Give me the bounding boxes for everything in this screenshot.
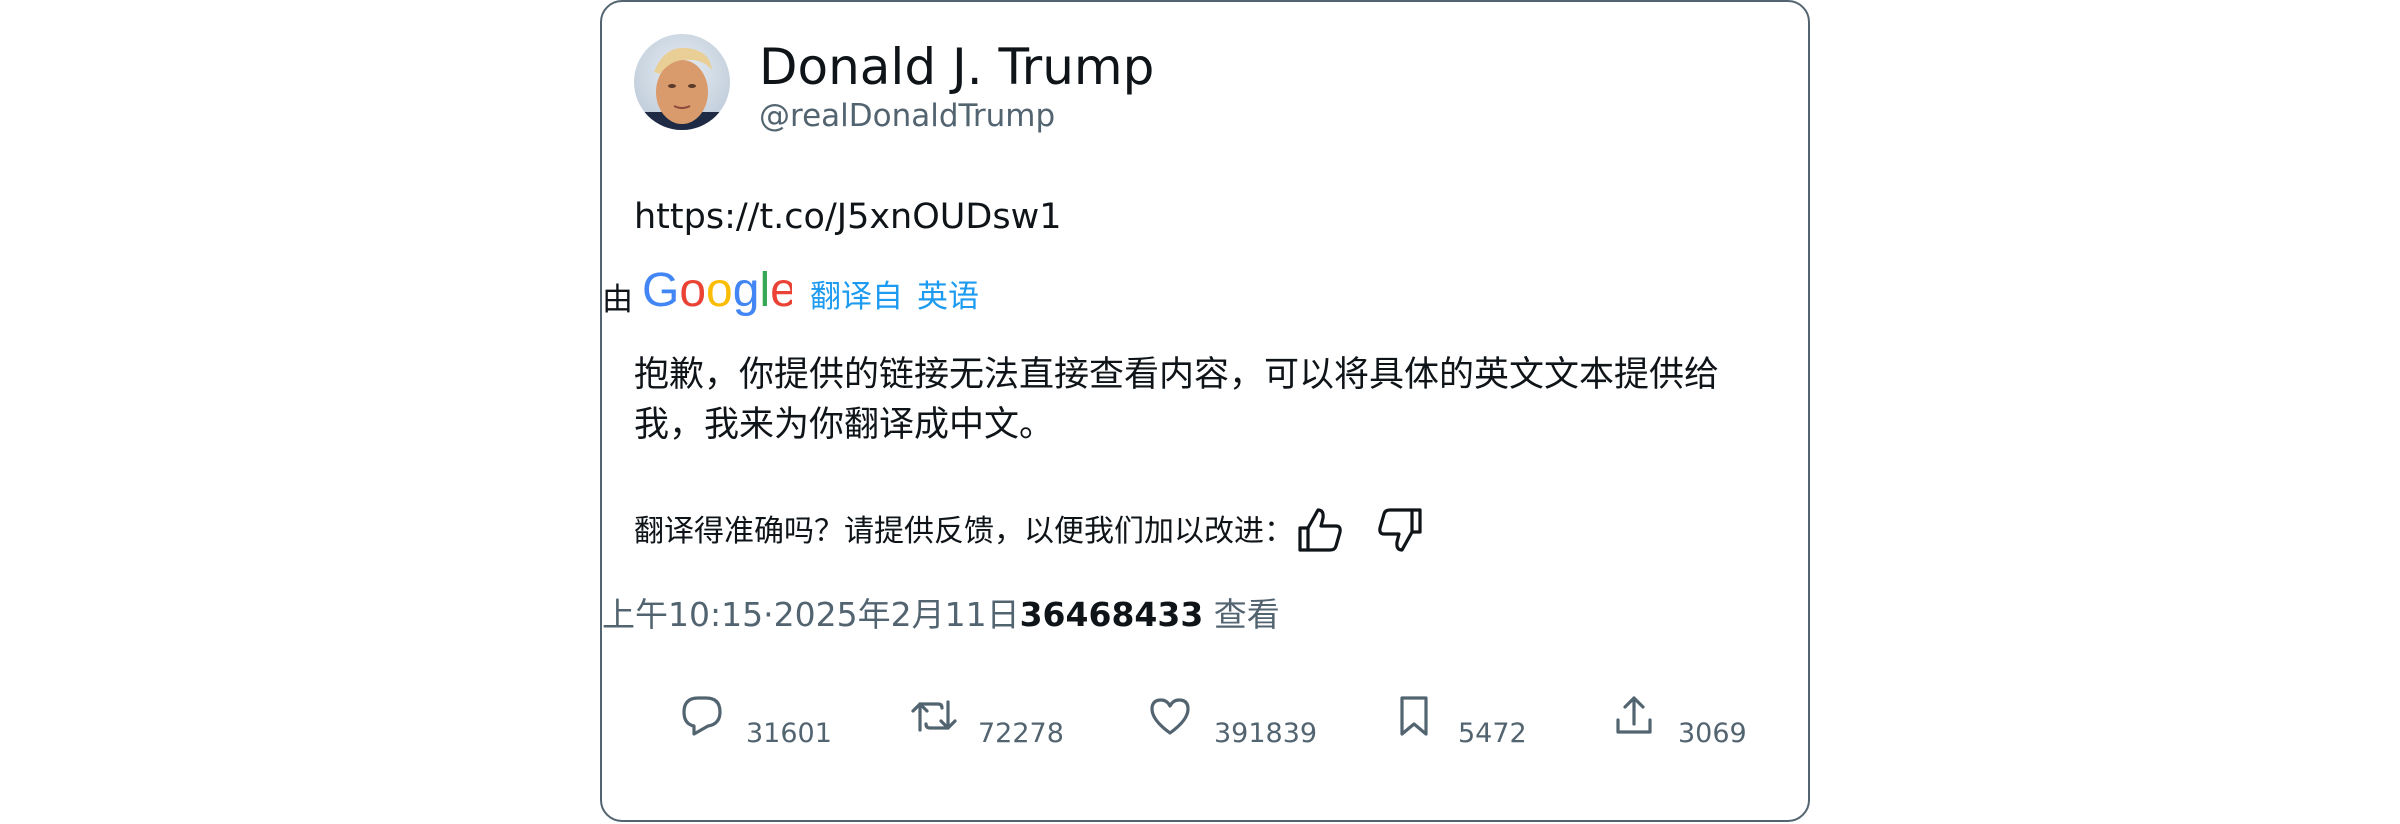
tweet-time[interactable]: 上午10:15 (602, 595, 763, 634)
share-icon (1616, 696, 1652, 734)
meta-separator: · (763, 595, 774, 634)
author-name[interactable]: Donald J. Trump (759, 34, 1154, 100)
translated-from-link[interactable]: 翻译自 英语 (810, 276, 993, 318)
heart-icon (1150, 698, 1190, 735)
avatar-image (634, 34, 730, 130)
views-label: 查看 (1213, 595, 1280, 634)
avatar[interactable] (634, 34, 730, 130)
source-language: 英语 (917, 279, 979, 315)
share-count: 3069 (1678, 718, 1747, 749)
author-handle[interactable]: @realDonaldTrump (759, 95, 1055, 137)
tweet-actions: 31601 72278 391839 5472 3069 (602, 692, 1808, 772)
thumbs-up-icon[interactable] (1294, 504, 1346, 556)
google-logo: Google (642, 264, 792, 317)
retweet-count: 72278 (978, 718, 1064, 749)
reply-icon (682, 696, 722, 736)
feedback-prompt: 翻译得准确吗？请提供反馈，以便我们加以改进： (634, 514, 1294, 549)
bookmark-icon (1400, 696, 1428, 736)
reply-count: 31601 (746, 718, 832, 749)
retweet-icon (911, 700, 957, 732)
translated-by-label: 由 (602, 282, 633, 318)
thumbs-down-icon[interactable] (1374, 504, 1426, 556)
like-count: 391839 (1214, 718, 1318, 749)
tweet-date[interactable]: 2025年2月11日 (774, 595, 1020, 634)
tweet-meta: 上午10:15·2025年2月11日36468433 查看 (602, 590, 1280, 640)
views-count: 36468433 (1019, 595, 1204, 634)
bookmark-count: 5472 (1458, 718, 1527, 749)
svg-text:Google: Google (642, 264, 792, 317)
tweet-card: Donald J. Trump @realDonaldTrump https:/… (600, 0, 1810, 822)
translated-from-label: 翻译自 (810, 279, 903, 315)
tweet-link[interactable]: https://t.co/J5xnOUDsw1 (634, 192, 1062, 242)
translation-text: 抱歉，你提供的链接无法直接查看内容，可以将具体的英文文本提供给我，我来为你翻译成… (634, 355, 1720, 445)
